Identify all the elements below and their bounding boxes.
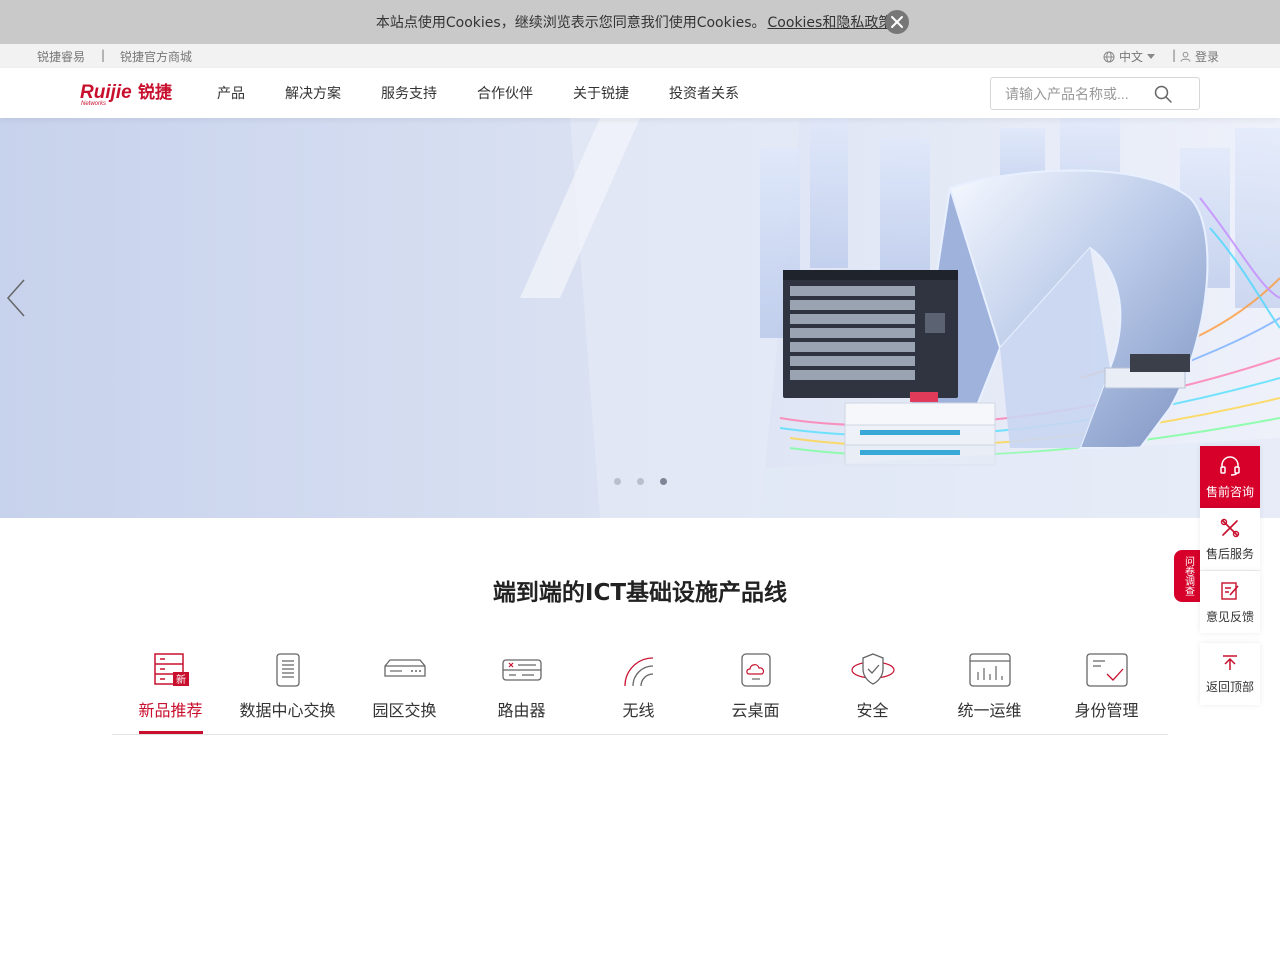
- banner-dot-3[interactable]: [660, 478, 667, 485]
- search-box: [990, 77, 1200, 110]
- headset-icon: [1220, 455, 1240, 476]
- utility-separator-2: |: [1172, 48, 1177, 62]
- tab-cloud-desktop[interactable]: 云桌面: [697, 650, 814, 735]
- tab-unified-ops[interactable]: 统一运维: [931, 650, 1048, 735]
- nav-products[interactable]: 产品: [217, 83, 245, 103]
- tab-new-products[interactable]: 新 新品推荐: [112, 650, 229, 735]
- identity-icon: [1085, 652, 1129, 692]
- tab-router[interactable]: 路由器: [463, 650, 580, 735]
- new-product-icon: 新: [151, 652, 191, 692]
- section-title: 端到端的ICT基础设施产品线: [492, 580, 788, 606]
- login-link[interactable]: 登录: [1180, 48, 1219, 65]
- datacenter-switch-icon: [268, 652, 308, 692]
- search-icon: [1154, 85, 1172, 103]
- active-tab-underline: [138, 731, 203, 734]
- nav-partners[interactable]: 合作伙伴: [477, 83, 533, 103]
- search-button[interactable]: [1154, 85, 1172, 107]
- cookie-text: 本站点使用Cookies，继续浏览表示您同意我们使用Cookies。: [375, 15, 766, 31]
- language-label: 中文: [1119, 50, 1144, 64]
- nav-support[interactable]: 服务支持: [381, 83, 437, 103]
- tab-datacenter-switch[interactable]: 数据中心交换: [229, 650, 346, 735]
- edit-note-icon: [1221, 581, 1239, 600]
- hero-banner[interactable]: [0, 118, 1280, 518]
- official-store-link[interactable]: 锐捷官方商城: [120, 48, 192, 65]
- nav-solutions[interactable]: 解决方案: [285, 83, 341, 103]
- utility-bar: 锐捷睿易 | 锐捷官方商城 中文 | 登录: [0, 44, 1280, 68]
- product-line-tabs: 新 新品推荐 数据中心交换 园区交换 路由器 无线 云桌面 安全 统一运维 身份…: [112, 650, 1168, 735]
- router-icon: [500, 652, 544, 692]
- svg-text:锐捷: 锐捷: [138, 82, 173, 103]
- language-selector[interactable]: 中文: [1103, 48, 1156, 65]
- cookie-banner: 本站点使用Cookies，继续浏览表示您同意我们使用Cookies。 Cooki…: [0, 0, 1280, 44]
- banner-illustration: [0, 118, 1280, 518]
- main-header: Ruijie 锐捷 Networks 产品 解决方案 服务支持 合作伙伴 关于锐…: [0, 68, 1280, 118]
- backtop-label: 返回顶部: [1205, 679, 1254, 694]
- back-to-top-button[interactable]: 返回顶部: [1200, 643, 1260, 705]
- feedback-label: 意见反馈: [1205, 609, 1254, 624]
- svg-text:Networks: Networks: [81, 101, 106, 106]
- tab-label: 统一运维: [957, 701, 1022, 720]
- tab-label: 无线: [622, 701, 655, 720]
- feedback-button[interactable]: 意见反馈: [1200, 571, 1260, 633]
- nav-about[interactable]: 关于锐捷: [573, 83, 629, 103]
- globe-icon: [1103, 51, 1115, 62]
- ops-monitor-icon: [968, 652, 1012, 692]
- wireless-icon: [619, 652, 659, 692]
- security-shield-icon: [849, 652, 897, 692]
- tab-identity[interactable]: 身份管理: [1048, 650, 1165, 735]
- survey-side-tab[interactable]: 问卷调查: [1174, 550, 1202, 602]
- tools-wrench-icon: [1220, 518, 1240, 537]
- banner-dot-2[interactable]: [637, 478, 644, 485]
- chevron-left-icon: [6, 279, 25, 317]
- presale-label: 售前咨询: [1205, 484, 1254, 499]
- banner-dot-1[interactable]: [614, 478, 621, 485]
- tab-label: 云桌面: [731, 701, 780, 720]
- cookie-policy-link[interactable]: Cookies和隐私政策>: [768, 12, 905, 32]
- survey-label: 问卷调查: [1182, 556, 1194, 596]
- floating-toolbar: 售前咨询 售后服务 意见反馈 返回顶部: [1200, 446, 1260, 705]
- tab-label: 身份管理: [1074, 701, 1139, 720]
- login-label: 登录: [1195, 50, 1220, 64]
- presale-consult-button[interactable]: 售前咨询: [1200, 446, 1260, 508]
- aftersale-label: 售后服务: [1205, 546, 1254, 561]
- new-badge: 新: [176, 673, 186, 686]
- tab-label: 园区交换: [372, 701, 437, 720]
- banner-prev-button[interactable]: [4, 278, 28, 322]
- search-input[interactable]: [1005, 85, 1165, 102]
- ruijie-logo-mark: Ruijie 锐捷 Networks: [80, 82, 173, 107]
- tab-label: 路由器: [497, 701, 546, 720]
- aftersale-service-button[interactable]: 售后服务: [1200, 508, 1260, 570]
- tab-label: 新品推荐: [138, 701, 203, 720]
- user-icon: [1180, 51, 1191, 62]
- main-nav: 产品 解决方案 服务支持 合作伙伴 关于锐捷 投资者关系: [217, 68, 779, 118]
- tab-label: 数据中心交换: [239, 701, 336, 720]
- tab-security[interactable]: 安全: [814, 650, 931, 735]
- tab-campus-switch[interactable]: 园区交换: [346, 650, 463, 735]
- cloud-desktop-icon: [736, 652, 776, 692]
- campus-switch-icon: [382, 652, 428, 692]
- tab-label: 安全: [856, 701, 889, 720]
- ruijie-logo[interactable]: Ruijie 锐捷 Networks: [80, 82, 190, 110]
- utility-separator: |: [101, 48, 106, 62]
- cookie-close-button[interactable]: [885, 10, 909, 34]
- nav-investors[interactable]: 投资者关系: [669, 83, 739, 103]
- tab-wireless[interactable]: 无线: [580, 650, 697, 735]
- ruijie-reyee-link[interactable]: 锐捷睿易: [37, 48, 85, 65]
- close-icon: [891, 16, 903, 28]
- svg-text:Ruijie: Ruijie: [80, 82, 132, 103]
- banner-pagination: [614, 478, 667, 485]
- arrow-up-icon: [1223, 654, 1237, 670]
- caret-down-icon: [1147, 53, 1156, 59]
